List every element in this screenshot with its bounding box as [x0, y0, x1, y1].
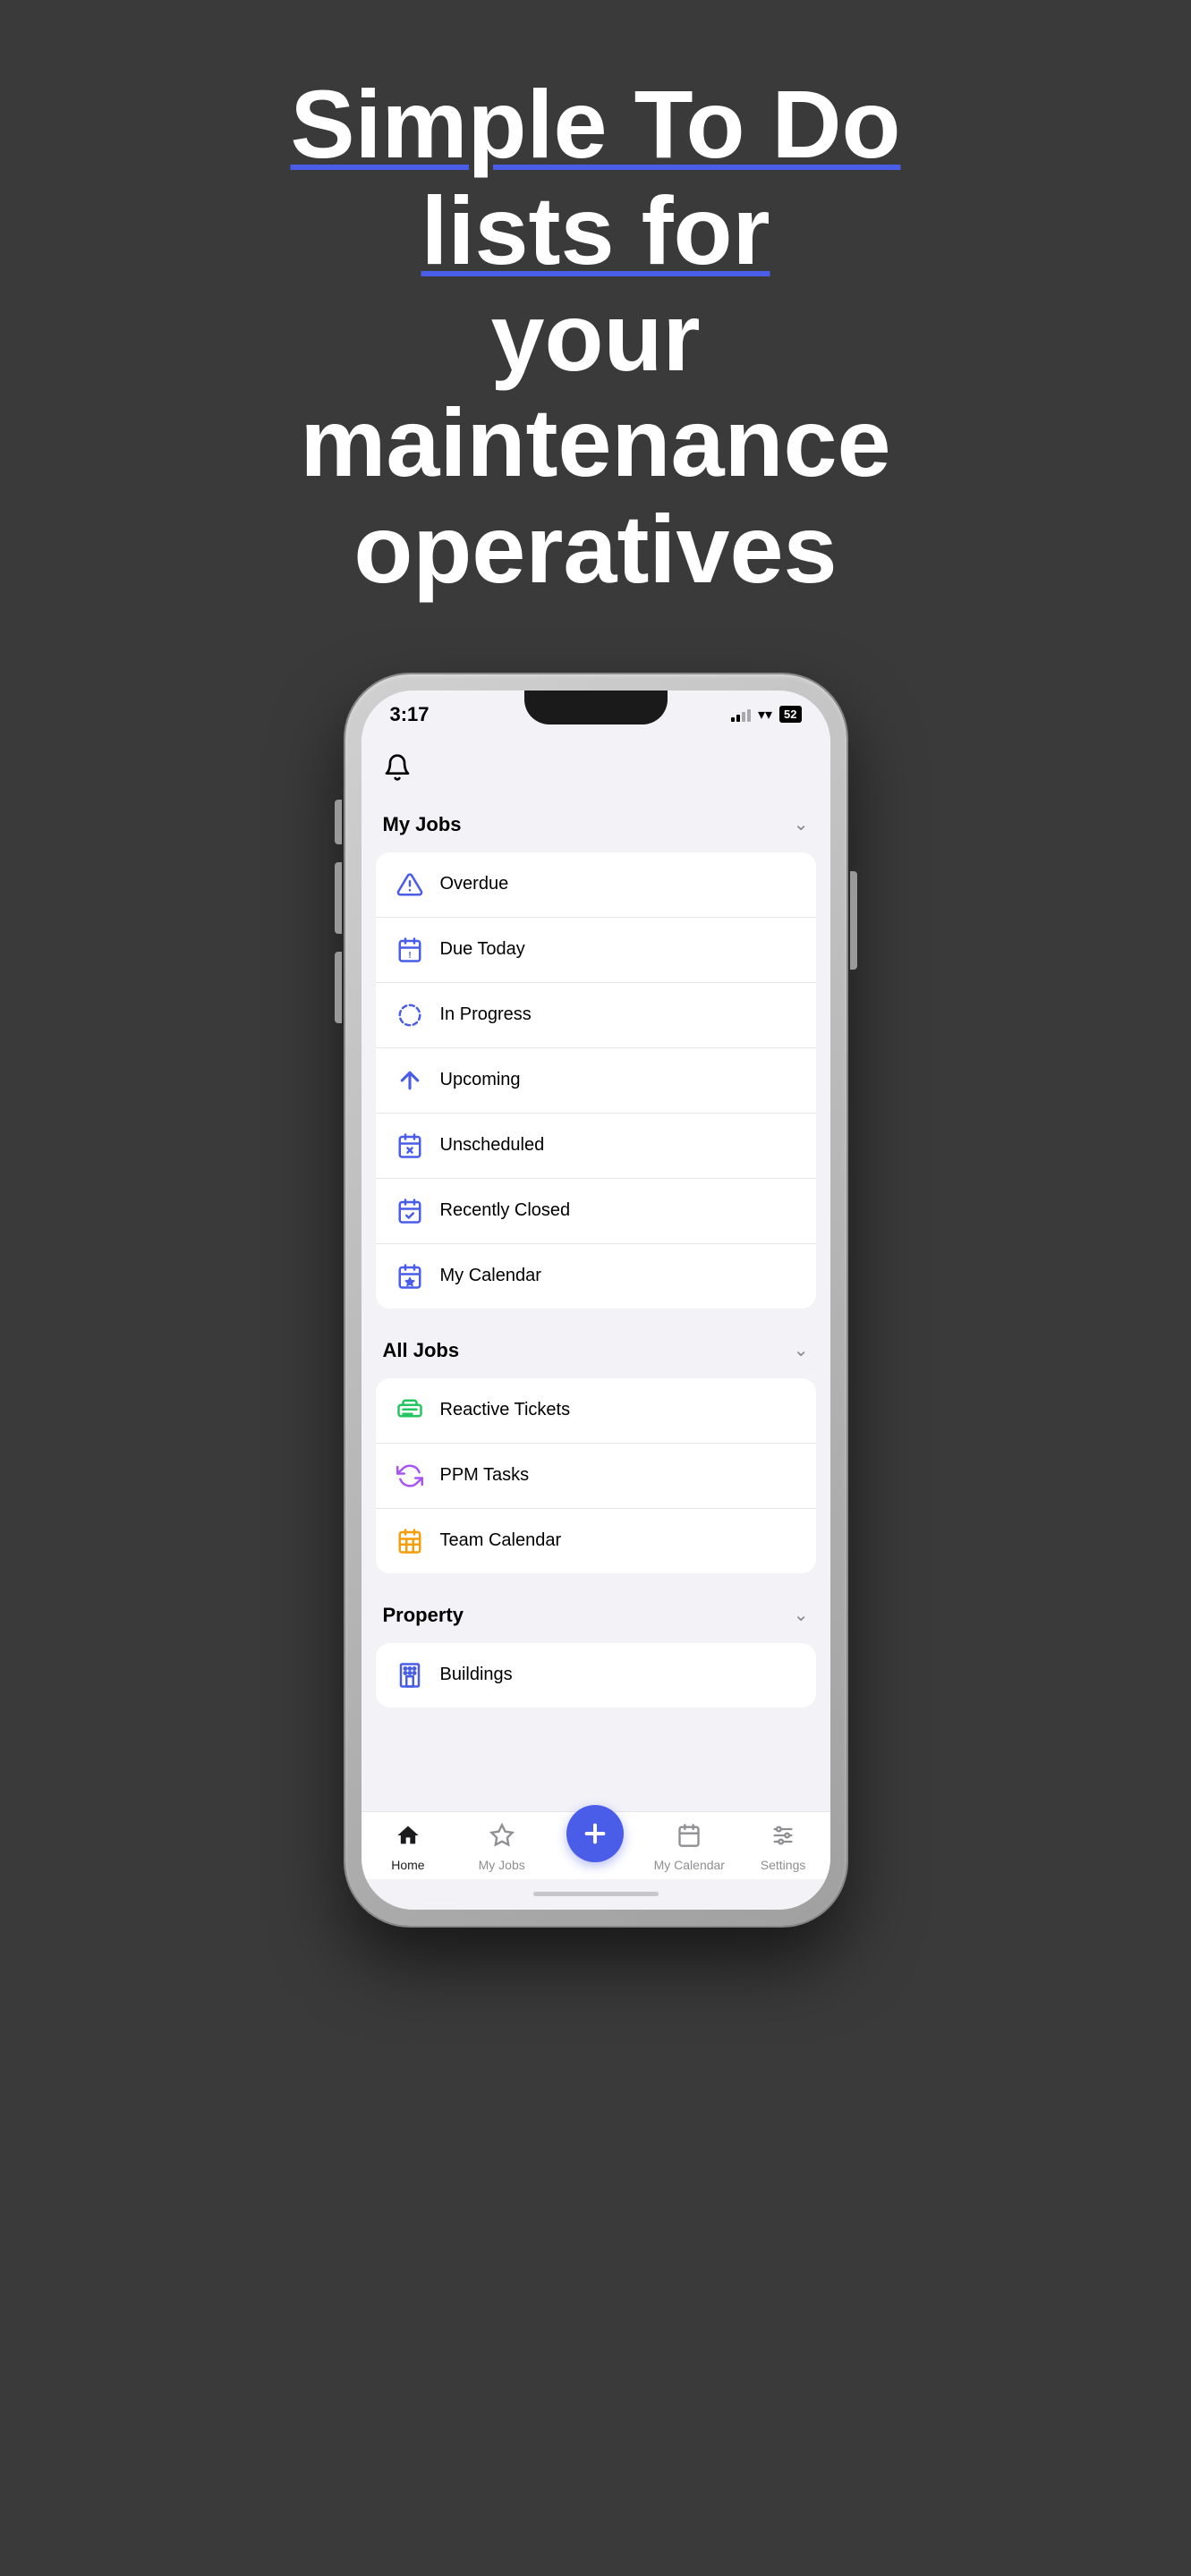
notch: [524, 691, 668, 724]
my-jobs-title: My Jobs: [383, 813, 462, 836]
tab-home[interactable]: Home: [372, 1823, 444, 1872]
menu-item-upcoming[interactable]: Upcoming: [376, 1048, 816, 1114]
in-progress-label: In Progress: [440, 1004, 532, 1025]
my-jobs-header[interactable]: My Jobs ⌄: [362, 797, 830, 852]
notification-bell-row[interactable]: [362, 739, 830, 797]
tab-my-calendar[interactable]: My Calendar: [653, 1823, 725, 1872]
tab-settings[interactable]: Settings: [747, 1823, 819, 1872]
menu-item-overdue[interactable]: Overdue: [376, 852, 816, 918]
add-fab-button[interactable]: [566, 1805, 624, 1862]
menu-item-unscheduled[interactable]: Unscheduled: [376, 1114, 816, 1179]
hero-title: Simple To Do lists for your maintenance …: [193, 72, 999, 603]
menu-item-my-calendar[interactable]: My Calendar: [376, 1244, 816, 1309]
menu-item-buildings[interactable]: Buildings: [376, 1643, 816, 1707]
phone-mockup: 3:17 ▾▾ 52: [345, 674, 846, 1926]
all-jobs-list: Reactive Tickets PPM Tasks: [376, 1378, 816, 1573]
menu-item-team-calendar[interactable]: Team Calendar: [376, 1509, 816, 1573]
home-tab-icon: [396, 1823, 421, 1854]
menu-item-in-progress[interactable]: In Progress: [376, 983, 816, 1048]
overdue-label: Overdue: [440, 874, 509, 894]
my-jobs-list: Overdue ! Due: [376, 852, 816, 1309]
my-calendar-label: My Calendar: [440, 1266, 541, 1286]
property-title: Property: [383, 1604, 464, 1627]
calendar-star-icon: [394, 1260, 426, 1292]
upcoming-label: Upcoming: [440, 1070, 521, 1090]
calendar-icon: !: [394, 934, 426, 966]
svg-text:!: !: [408, 951, 411, 961]
tab-add[interactable]: [559, 1823, 631, 1862]
calendar-grid-icon: [394, 1525, 426, 1557]
property-header[interactable]: Property ⌄: [362, 1588, 830, 1643]
tab-my-jobs[interactable]: My Jobs: [466, 1823, 538, 1872]
hero-line1: Simple To Do lists for: [290, 70, 900, 284]
building-icon: [394, 1659, 426, 1691]
unscheduled-label: Unscheduled: [440, 1135, 545, 1156]
signal-icon: [731, 708, 751, 722]
status-icons: ▾▾ 52: [731, 706, 802, 724]
home-bar: [533, 1892, 659, 1896]
hero-section: Simple To Do lists for your maintenance …: [193, 72, 999, 603]
refresh-icon: [394, 1460, 426, 1492]
settings-tab-label: Settings: [761, 1858, 806, 1872]
ticket-icon: [394, 1394, 426, 1427]
due-today-label: Due Today: [440, 939, 525, 960]
status-time: 3:17: [390, 703, 430, 726]
my-jobs-tab-label: My Jobs: [479, 1858, 525, 1872]
home-tab-label: Home: [391, 1858, 424, 1872]
status-bar: 3:17 ▾▾ 52: [362, 691, 830, 739]
tab-bar: Home My Jobs: [362, 1811, 830, 1879]
calendar-x-icon: [394, 1130, 426, 1162]
arrow-up-icon: [394, 1064, 426, 1097]
hero-line3: operatives: [353, 495, 837, 603]
hero-line2: your maintenance: [300, 283, 890, 497]
warning-icon: [394, 869, 426, 901]
ppm-tasks-label: PPM Tasks: [440, 1465, 530, 1486]
property-list: Buildings: [376, 1643, 816, 1707]
all-jobs-chevron-icon: ⌄: [794, 1339, 809, 1361]
phone-inner: 3:17 ▾▾ 52: [362, 691, 830, 1910]
my-calendar-tab-icon: [676, 1823, 702, 1854]
my-jobs-chevron-icon: ⌄: [794, 813, 809, 835]
all-jobs-title: All Jobs: [383, 1339, 460, 1362]
calendar-check-icon: [394, 1195, 426, 1227]
spinner-icon: [394, 999, 426, 1031]
my-jobs-tab-icon: [489, 1823, 515, 1854]
battery-icon: 52: [779, 706, 801, 723]
all-jobs-header[interactable]: All Jobs ⌄: [362, 1323, 830, 1378]
wifi-icon: ▾▾: [758, 706, 772, 724]
menu-item-reactive-tickets[interactable]: Reactive Tickets: [376, 1378, 816, 1444]
my-calendar-tab-label: My Calendar: [654, 1858, 725, 1872]
settings-tab-icon: [770, 1823, 795, 1854]
menu-item-recently-closed[interactable]: Recently Closed: [376, 1179, 816, 1244]
menu-item-due-today[interactable]: ! Due Today: [376, 918, 816, 983]
phone-content: My Jobs ⌄ Overdue: [362, 739, 830, 1811]
buildings-label: Buildings: [440, 1665, 513, 1685]
property-chevron-icon: ⌄: [794, 1604, 809, 1626]
menu-item-ppm-tasks[interactable]: PPM Tasks: [376, 1444, 816, 1509]
team-calendar-label: Team Calendar: [440, 1530, 562, 1551]
recently-closed-label: Recently Closed: [440, 1200, 571, 1221]
bell-icon[interactable]: [383, 753, 412, 782]
phone-outer: 3:17 ▾▾ 52: [345, 674, 846, 1926]
home-indicator: [362, 1879, 830, 1910]
reactive-tickets-label: Reactive Tickets: [440, 1400, 571, 1420]
